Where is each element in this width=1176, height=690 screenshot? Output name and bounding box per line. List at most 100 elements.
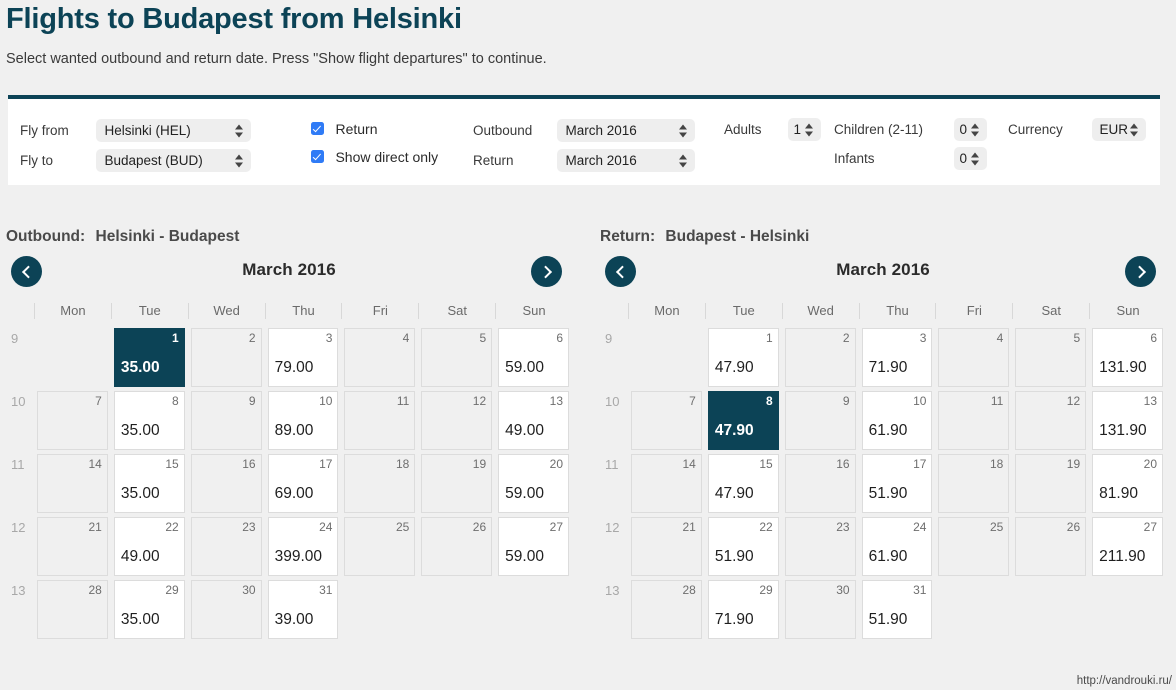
calendar-day-price: 59.00 (505, 485, 544, 502)
calendar-day-cell: 18 (344, 454, 416, 513)
calendar-cell-wrap (935, 578, 1012, 641)
return-calendar-heading: Return: Budapest - Helsinki (600, 228, 1166, 250)
calendar-day-cell[interactable]: 27 211.90 (1092, 517, 1164, 576)
return-month-select[interactable]: March 2016 (557, 149, 696, 172)
calendar-cell-wrap: 30 (188, 578, 265, 641)
calendar-day-cell[interactable]: 31 51.90 (861, 580, 933, 639)
calendar-day-cell: 28 (37, 580, 108, 639)
calendar-day-price: 61.90 (868, 422, 908, 439)
chevron-right-icon (538, 265, 552, 278)
calendar-day-price: 79.00 (274, 359, 314, 376)
calendar-day-cell[interactable]: 15 47.90 (707, 454, 779, 513)
calendar-week-row: 12 21 22 51.90 23 24 61.90 25 26 27 211.90 (600, 515, 1166, 578)
calendar-day-cell[interactable]: 20 81.90 (1092, 454, 1164, 513)
calendar-day-cell[interactable]: 8 35.00 (113, 391, 185, 450)
calendar-day-cell[interactable]: 29 71.90 (707, 580, 779, 639)
calendar-cell-wrap: 28 (628, 578, 705, 641)
calendar-day-cell[interactable]: 13 131.90 (1092, 391, 1164, 450)
calendar-day-number: 9 (842, 394, 850, 408)
calendar-week-row: 12 21 22 49.00 23 24 399.00 25 26 27 59.00 (6, 515, 572, 578)
calendar-day-number: 15 (165, 457, 179, 471)
calendar-day-cell[interactable]: 24 399.00 (267, 517, 339, 576)
calendar-day-number: 17 (319, 457, 333, 471)
calendar-day-cell[interactable]: 13 49.00 (498, 391, 570, 450)
calendar-cell-wrap: 23 (782, 515, 859, 578)
return-heading-route: Budapest - Helsinki (665, 228, 810, 245)
calendar-day-cell[interactable]: 10 61.90 (861, 391, 933, 450)
show-direct-only-checkbox[interactable] (311, 150, 324, 164)
currency-select[interactable]: EUR (1092, 118, 1147, 141)
calendar-day-cell[interactable]: 1 47.90 (707, 328, 779, 387)
calendar-day-cell[interactable]: 24 61.90 (861, 517, 933, 576)
calendar-cell-wrap: 9 (782, 389, 859, 452)
outbound-next-month-button[interactable] (531, 256, 562, 287)
calendar-day-cell[interactable]: 29 35.00 (113, 580, 185, 639)
calendar-day-number: 2 (842, 331, 850, 345)
calendar-day-cell[interactable]: 8 47.90 (707, 391, 779, 450)
calendar-week-row: 11 14 15 47.90 16 17 51.90 18 19 20 81.90 (600, 452, 1166, 515)
chevron-right-icon (1132, 265, 1146, 278)
dow-fri: Fri (341, 303, 418, 319)
calendar-cell-empty (498, 580, 569, 639)
fly-from-label: Fly from (20, 123, 69, 138)
calendar-cell-wrap (628, 326, 705, 389)
calendar-day-cell[interactable]: 22 49.00 (113, 517, 185, 576)
calendar-day-cell[interactable]: 17 51.90 (861, 454, 933, 513)
calendar-day-number: 19 (1066, 457, 1081, 471)
week-number: 10 (11, 394, 26, 409)
calendar-day-price: 35.00 (120, 485, 160, 502)
calendar-day-cell[interactable]: 15 35.00 (113, 454, 185, 513)
calendar-day-cell: 25 (938, 517, 1010, 576)
calendar-day-number: 24 (319, 520, 333, 534)
calendar-day-cell[interactable]: 6 59.00 (498, 328, 570, 387)
calendar-cell-wrap: 4 (935, 326, 1012, 389)
dow-sun: Sun (1089, 303, 1166, 319)
calendar-day-cell[interactable]: 20 59.00 (498, 454, 570, 513)
return-next-month-button[interactable] (1125, 256, 1156, 287)
calendar-day-number: 20 (1143, 457, 1158, 471)
calendar-day-number: 13 (1143, 394, 1158, 408)
calendar-day-cell[interactable]: 3 79.00 (267, 328, 339, 387)
infants-stepper[interactable]: 0 (954, 147, 988, 170)
calendar-day-cell[interactable]: 17 69.00 (267, 454, 339, 513)
return-calendar: Return: Budapest - Helsinki March 2016 M… (600, 228, 1166, 641)
calendar-cell-wrap: 25 (341, 515, 418, 578)
calendar-day-cell[interactable]: 10 89.00 (267, 391, 339, 450)
calendar-cell-wrap: 2 (188, 326, 265, 389)
calendar-day-number: 12 (1066, 394, 1081, 408)
calendar-day-cell[interactable]: 1 35.00 (113, 328, 185, 387)
fly-from-select[interactable]: Helsinki (HEL) (96, 119, 252, 142)
calendar-day-number: 15 (759, 457, 773, 471)
calendar-day-cell: 4 (344, 328, 416, 387)
adults-stepper[interactable]: 1 (788, 118, 822, 141)
calendar-day-price: 51.90 (714, 548, 754, 565)
children-stepper[interactable]: 0 (954, 118, 988, 141)
adults-value: 1 (793, 122, 801, 137)
return-checkbox-row[interactable]: Return (311, 120, 377, 138)
calendar-day-number: 7 (95, 394, 102, 408)
calendar-cell-wrap: 7 (34, 389, 111, 452)
fly-to-select[interactable]: Budapest (BUD) (96, 149, 252, 172)
calendar-day-cell[interactable]: 27 59.00 (498, 517, 570, 576)
dow-tue: Tue (704, 303, 782, 319)
calendar-day-number: 25 (395, 520, 410, 534)
calendar-day-number: 6 (556, 331, 564, 345)
show-direct-only-checkbox-row[interactable]: Show direct only (311, 148, 438, 166)
calendar-day-cell: 25 (344, 517, 416, 576)
calendar-day-cell[interactable]: 22 51.90 (707, 517, 779, 576)
calendar-day-cell[interactable]: 3 71.90 (861, 328, 933, 387)
calendar-day-cell[interactable]: 31 39.00 (267, 580, 339, 639)
calendar-day-cell[interactable]: 6 131.90 (1092, 328, 1164, 387)
return-month-title: March 2016 (836, 260, 930, 279)
calendar-cell-wrap: 3 79.00 (265, 326, 342, 389)
return-checkbox[interactable] (311, 122, 324, 136)
calendar-cell-empty (37, 328, 108, 387)
calendar-cell-wrap: 9 (188, 389, 265, 452)
infants-label: Infants (834, 151, 875, 166)
calendar-day-cell: 2 (190, 328, 262, 387)
calendar-cell-wrap: 1 47.90 (705, 326, 782, 389)
dow-thu: Thu (264, 303, 342, 319)
calendar-day-number: 3 (919, 331, 927, 345)
calendar-day-price: 69.00 (274, 485, 314, 502)
outbound-month-select[interactable]: March 2016 (557, 119, 696, 142)
